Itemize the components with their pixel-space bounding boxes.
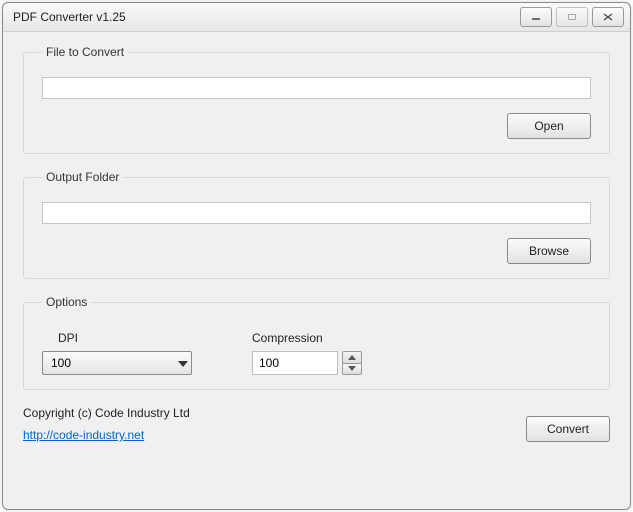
dpi-combobox[interactable]: 100: [42, 351, 192, 375]
file-to-convert-group: File to Convert Open: [23, 45, 610, 154]
window-controls: [516, 7, 624, 27]
footer: Copyright (c) Code Industry Ltd http://c…: [23, 406, 610, 442]
compression-spinner: [252, 351, 362, 375]
maximize-button: [556, 7, 588, 27]
maximize-icon: [567, 13, 577, 21]
dpi-option: DPI 100: [42, 331, 192, 375]
dpi-label: DPI: [42, 331, 192, 345]
compression-step-down[interactable]: [342, 364, 362, 376]
compression-step-up[interactable]: [342, 351, 362, 364]
output-folder-group: Output Folder Browse: [23, 170, 610, 279]
dpi-value: 100: [51, 356, 71, 370]
output-group-legend: Output Folder: [42, 170, 123, 184]
compression-label: Compression: [252, 331, 362, 345]
minimize-button[interactable]: [520, 7, 552, 27]
minimize-icon: [531, 13, 541, 21]
output-folder-input[interactable]: [42, 202, 591, 224]
options-group-legend: Options: [42, 295, 91, 309]
browse-button[interactable]: Browse: [507, 238, 591, 264]
options-group: Options DPI 100 Compression: [23, 295, 610, 390]
window-title: PDF Converter v1.25: [13, 10, 516, 24]
vendor-link[interactable]: http://code-industry.net: [23, 428, 190, 442]
app-window: PDF Converter v1.25 File to Convert Open…: [2, 2, 631, 510]
copyright-text: Copyright (c) Code Industry Ltd: [23, 406, 190, 420]
titlebar: PDF Converter v1.25: [3, 3, 630, 32]
open-button[interactable]: Open: [507, 113, 591, 139]
file-group-legend: File to Convert: [42, 45, 128, 59]
compression-input[interactable]: [252, 351, 338, 375]
chevron-down-icon: [348, 366, 356, 371]
chevron-up-icon: [348, 355, 356, 360]
file-path-input[interactable]: [42, 77, 591, 99]
compression-option: Compression: [252, 331, 362, 375]
close-button[interactable]: [592, 7, 624, 27]
close-icon: [603, 13, 613, 21]
convert-button[interactable]: Convert: [526, 416, 610, 442]
client-area: File to Convert Open Output Folder Brows…: [3, 31, 630, 509]
